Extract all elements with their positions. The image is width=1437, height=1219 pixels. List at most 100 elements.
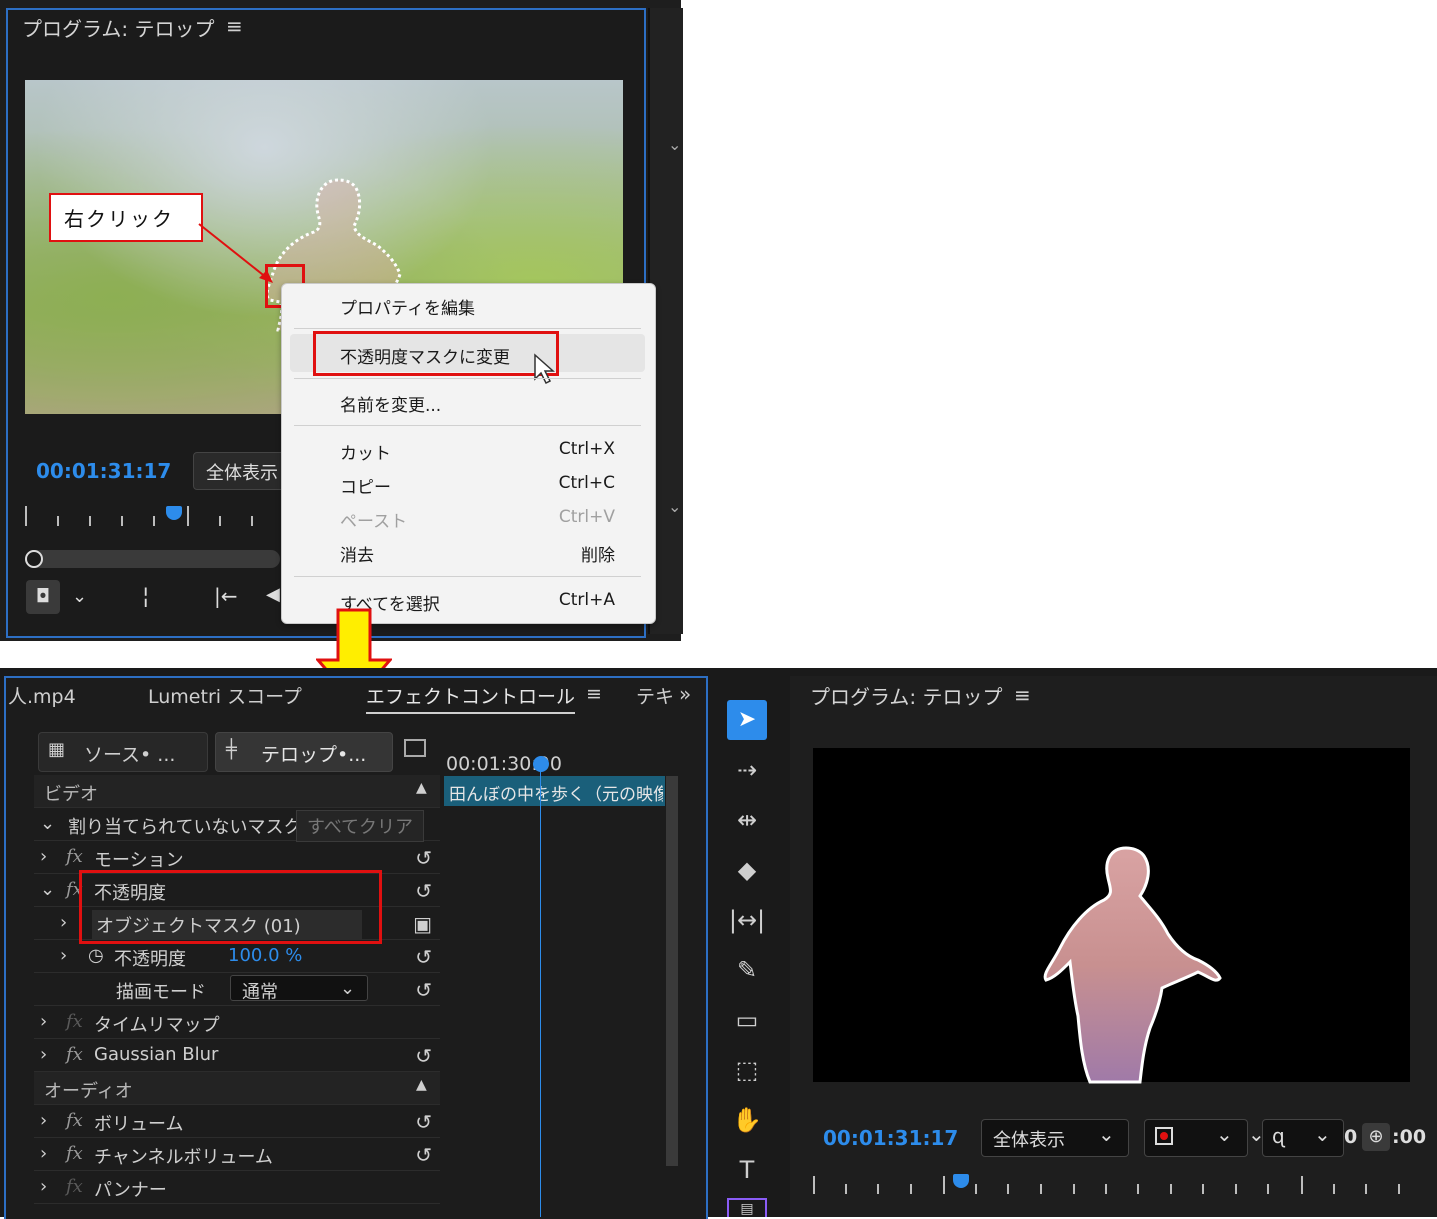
mini-timeline-scrollbar[interactable]: [666, 776, 678, 1166]
timecode[interactable]: 00:01:31:17: [36, 459, 171, 483]
slip-icon[interactable]: |↔|: [727, 900, 767, 940]
panner-row: › fx パンナー: [34, 1171, 440, 1204]
zoom-label: 全体表示: [993, 1130, 1065, 1151]
type-icon[interactable]: T: [727, 1150, 767, 1190]
masked-person-silhouette[interactable]: [1030, 838, 1230, 1088]
chevron-down-icon[interactable]: ⌄: [668, 497, 681, 516]
stopwatch-icon[interactable]: ◷: [88, 945, 104, 966]
fx-icon: fx: [66, 1176, 83, 1197]
panel-toggle-icon[interactable]: [404, 739, 426, 757]
menu-shortcut-copy: Ctrl+C: [558, 473, 615, 493]
chevron-down-icon: ⌄: [1314, 1122, 1331, 1146]
chevron-right-icon[interactable]: ›: [40, 1143, 47, 1164]
step-back-icon[interactable]: ◀: [266, 584, 280, 605]
panner-label: パンナー: [94, 1180, 167, 1201]
playhead-icon[interactable]: [533, 756, 549, 772]
opacity-value[interactable]: 100.0 %: [228, 945, 302, 966]
collapse-up-icon[interactable]: ▲: [416, 1077, 427, 1093]
zoom-label: 全体表示: [206, 463, 278, 484]
rectangle-icon[interactable]: ▭: [727, 1000, 767, 1040]
reset-icon[interactable]: ↺: [415, 846, 432, 870]
hamburger-icon[interactable]: ≡: [1014, 683, 1031, 707]
opacity-param-row: › ◷ 不透明度 100.0 % ↺: [34, 940, 440, 973]
chevron-right-icon[interactable]: ›: [40, 1176, 47, 1197]
top-monitor-title[interactable]: プログラム: テロップ: [22, 13, 215, 42]
ripple-edit-icon[interactable]: ⇹: [727, 800, 767, 840]
time-ruler[interactable]: [25, 506, 280, 528]
blend-mode-row: 描画モード 通常 ⌄ ↺: [34, 973, 440, 1006]
program-timecode[interactable]: 00:01:31:17: [823, 1126, 958, 1150]
menu-divider: [294, 328, 641, 329]
zoom-scrollbar[interactable]: [25, 550, 280, 568]
chevron-down-icon[interactable]: ⌄: [72, 586, 87, 607]
menu-item-edit-properties[interactable]: プロパティを編集: [340, 294, 475, 319]
chevron-down-icon: ⌄: [1098, 1122, 1115, 1146]
chevron-right-icon[interactable]: ›: [40, 846, 47, 867]
track-select-icon[interactable]: ⇢: [727, 750, 767, 790]
collapse-up-icon[interactable]: ▲: [416, 780, 427, 796]
clip-label: 田んぼの中を歩く（元の映像: [449, 785, 663, 805]
fx-icon: fx: [66, 846, 83, 867]
selection-tool-icon[interactable]: ➤: [727, 700, 767, 740]
reset-icon[interactable]: ↺: [415, 978, 432, 1002]
tab-source-clip[interactable]: 人.mp4: [8, 682, 76, 709]
mask-comment-icon[interactable]: ▣: [413, 912, 432, 936]
menu-divider: [294, 576, 641, 577]
hand-icon[interactable]: ✋: [727, 1100, 767, 1140]
add-marker-icon[interactable]: ⊕: [1362, 1123, 1390, 1151]
chevron-down-icon[interactable]: ⌄: [40, 813, 55, 834]
top-screenshot: プログラム: テロップ ≡ ⌄ ⌄ 右クリック 00:01:31:17 全体表示…: [0, 0, 683, 641]
chevron-down-icon[interactable]: ⌄: [668, 135, 681, 154]
menu-item-cut[interactable]: カット: [340, 439, 391, 464]
fx-icon: fx: [66, 1044, 83, 1065]
reset-icon[interactable]: ↺: [415, 879, 432, 903]
fx-icon: fx: [66, 1143, 83, 1164]
pen-icon[interactable]: ✎: [727, 950, 767, 990]
chevron-right-icon[interactable]: ›: [40, 1044, 47, 1065]
object-select-icon[interactable]: ⬚: [727, 1050, 767, 1090]
camera-icon[interactable]: ◘: [26, 580, 60, 614]
reset-icon[interactable]: ↺: [415, 1044, 432, 1068]
chevron-down-icon[interactable]: ⌄: [40, 879, 55, 900]
chevron-down-icon: ⌄: [1216, 1122, 1233, 1146]
gaussian-blur-row: › fx Gaussian Blur ↺: [34, 1039, 440, 1072]
program-monitor-title[interactable]: プログラム: テロップ: [810, 681, 1003, 710]
clip-icon: ▦: [48, 739, 66, 760]
menu-item-paste: ペースト: [340, 512, 408, 532]
audio-header-row: オーディオ ▲: [34, 1072, 440, 1105]
razor-icon[interactable]: ◆: [727, 850, 767, 890]
menu-item-copy[interactable]: コピー: [340, 473, 391, 498]
menu-item-clear[interactable]: 消去: [340, 541, 374, 566]
menu-divider: [294, 425, 641, 426]
tab-effect-controls[interactable]: エフェクトコントロール: [366, 682, 576, 714]
chevron-right-icon[interactable]: ›: [40, 1011, 47, 1032]
channel-volume-row: › fx チャンネルボリューム ↺: [34, 1138, 440, 1171]
reset-icon[interactable]: ↺: [415, 945, 432, 969]
scroll-handle-icon[interactable]: [25, 550, 43, 568]
reset-icon[interactable]: ↺: [415, 1143, 432, 1167]
blend-mode-value: 通常: [242, 982, 278, 1003]
audio-header: オーディオ: [44, 1081, 133, 1102]
mark-in-icon[interactable]: ¦: [142, 584, 149, 609]
chevron-right-icon[interactable]: ›: [60, 945, 67, 966]
menu-shortcut-cut: Ctrl+X: [558, 439, 615, 459]
menu-item-rename[interactable]: 名前を変更...: [340, 391, 441, 416]
video-header: ビデオ: [44, 784, 98, 805]
chevron-right-icon[interactable]: ›: [60, 912, 67, 933]
hamburger-icon[interactable]: ≡: [586, 683, 602, 705]
hamburger-icon[interactable]: ≡: [226, 14, 243, 38]
chevron-right-icon[interactable]: ›: [40, 1110, 47, 1131]
caption-icon[interactable]: ▤: [727, 1198, 767, 1217]
sequence-label: テロップ•...: [261, 744, 367, 766]
program-time-ruler[interactable]: [813, 1176, 1410, 1196]
clear-all-button[interactable]: すべてクリア: [296, 810, 425, 842]
overflow-icon[interactable]: »: [679, 682, 691, 706]
reset-icon[interactable]: ↺: [415, 1110, 432, 1134]
end-time-fragment: 0: [1344, 1126, 1358, 1148]
tab-lumetri-scope[interactable]: Lumetri スコープ: [148, 682, 302, 709]
menu-shortcut-paste: Ctrl+V: [558, 507, 615, 527]
go-to-in-icon[interactable]: |←: [214, 584, 238, 608]
tab-text[interactable]: テキ: [636, 682, 674, 709]
sequence-icon: ╪: [226, 739, 237, 760]
mini-playhead[interactable]: [540, 758, 541, 1217]
